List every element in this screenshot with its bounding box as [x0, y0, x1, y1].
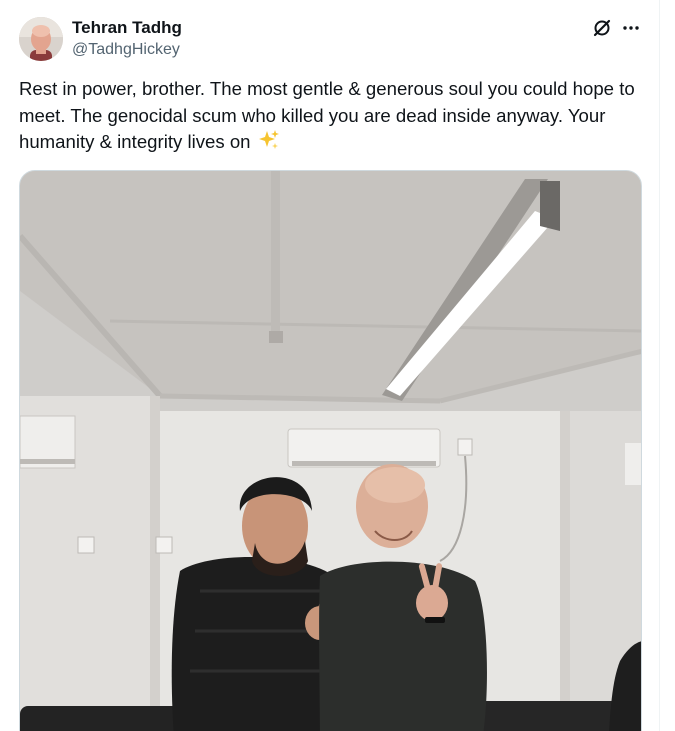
author-avatar[interactable]	[19, 17, 63, 61]
avatar-image	[19, 17, 63, 61]
author-name[interactable]: Tehran Tadhg	[72, 17, 182, 39]
author-handle[interactable]: @TadhgHickey	[72, 40, 180, 60]
tweet-text: Rest in power, brother. The most gentle …	[19, 76, 649, 159]
photo-content	[20, 171, 641, 731]
sparkles-emoji-icon	[258, 129, 280, 159]
more-options-icon[interactable]	[620, 17, 642, 39]
grok-icon[interactable]	[592, 18, 612, 38]
tweet-body: Rest in power, brother. The most gentle …	[19, 78, 635, 152]
tweet-post: Tehran Tadhg @TadhgHickey Rest in power,…	[0, 0, 660, 731]
tweet-photo[interactable]	[19, 170, 642, 731]
